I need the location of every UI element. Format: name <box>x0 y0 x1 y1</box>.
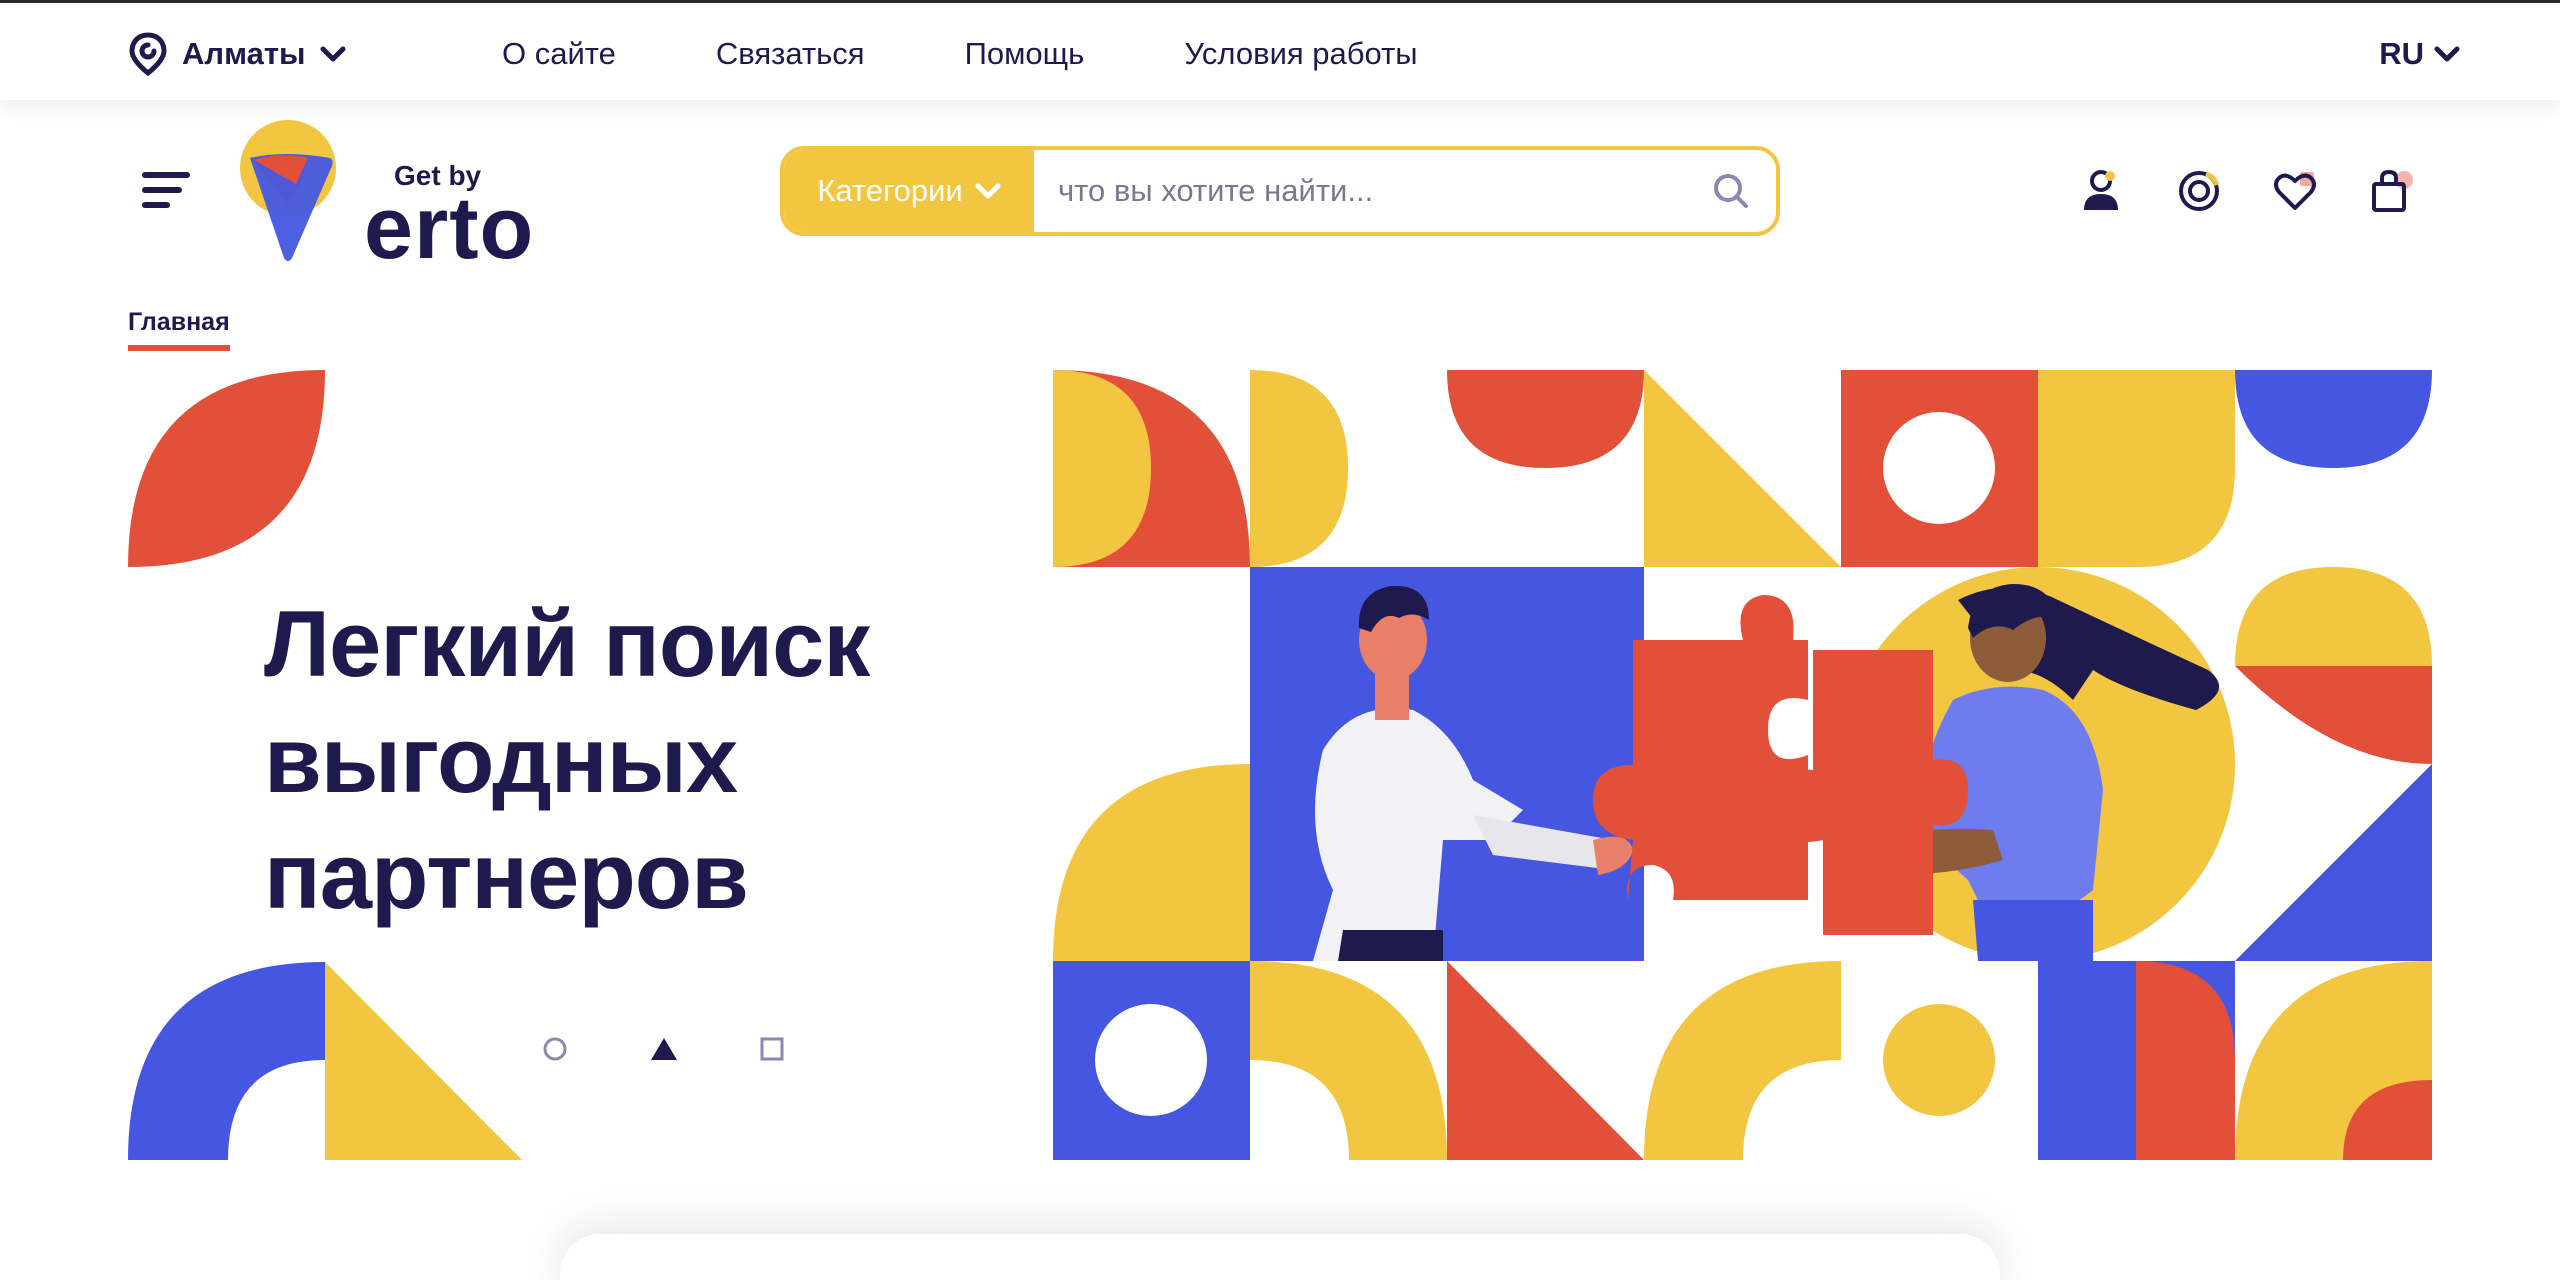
chevron-down-icon <box>2434 46 2460 62</box>
slider-dots <box>543 1037 784 1061</box>
search-icon <box>1714 174 1748 208</box>
language-label: RU <box>2379 36 2424 71</box>
bottom-card <box>560 1234 2000 1280</box>
nav-link-help[interactable]: Помощь <box>965 36 1085 72</box>
slide-dot-triangle-active <box>651 1038 677 1060</box>
search-bar: Категории <box>780 146 1780 236</box>
search-button[interactable] <box>1686 150 1776 232</box>
language-selector[interactable]: RU <box>2379 31 2460 77</box>
city-label: Алматы <box>182 36 306 71</box>
nav-link-about[interactable]: О сайте <box>502 36 616 72</box>
user-icon[interactable] <box>2078 168 2124 214</box>
hero-title-line: Легкий поиск <box>264 591 870 696</box>
logo-main-text: erto <box>364 178 535 277</box>
hero-title-line: выгодных <box>264 707 738 812</box>
heart-icon[interactable] <box>2272 168 2318 214</box>
blue-arc-shape <box>128 962 325 1160</box>
nav-link-terms[interactable]: Условия работы <box>1184 36 1417 72</box>
chevron-down-icon <box>320 46 346 62</box>
burger-menu-icon[interactable] <box>140 170 192 210</box>
bag-icon[interactable] <box>2368 168 2414 214</box>
city-selector[interactable]: Алматы <box>128 31 346 77</box>
compare-icon[interactable] <box>2176 168 2222 214</box>
breadcrumb: Главная <box>128 308 230 351</box>
search-input[interactable] <box>1034 150 1686 232</box>
nav-link-contact[interactable]: Связаться <box>716 36 865 72</box>
breadcrumb-current[interactable]: Главная <box>128 308 230 351</box>
hero-title-line: партнеров <box>264 823 749 928</box>
hero-mosaic <box>1053 370 2432 1160</box>
chevron-down-icon <box>975 183 1001 199</box>
logo[interactable]: Get by erto <box>236 118 586 277</box>
top-nav: О сайте Связаться Помощь Условия работы <box>502 31 1418 77</box>
yellow-triangle-shape <box>325 962 522 1160</box>
slide-dot-square <box>760 1037 784 1061</box>
top-bar: Алматы О сайте Связаться Помощь Условия … <box>0 0 2560 100</box>
red-leaf-shape <box>128 370 325 567</box>
hero-title: Легкий поиск выгодных партнеров <box>264 586 984 934</box>
slide-dot-circle <box>543 1037 567 1061</box>
categories-button[interactable]: Категории <box>784 150 1034 232</box>
location-pin-icon <box>129 32 167 76</box>
categories-label: Категории <box>817 173 963 208</box>
